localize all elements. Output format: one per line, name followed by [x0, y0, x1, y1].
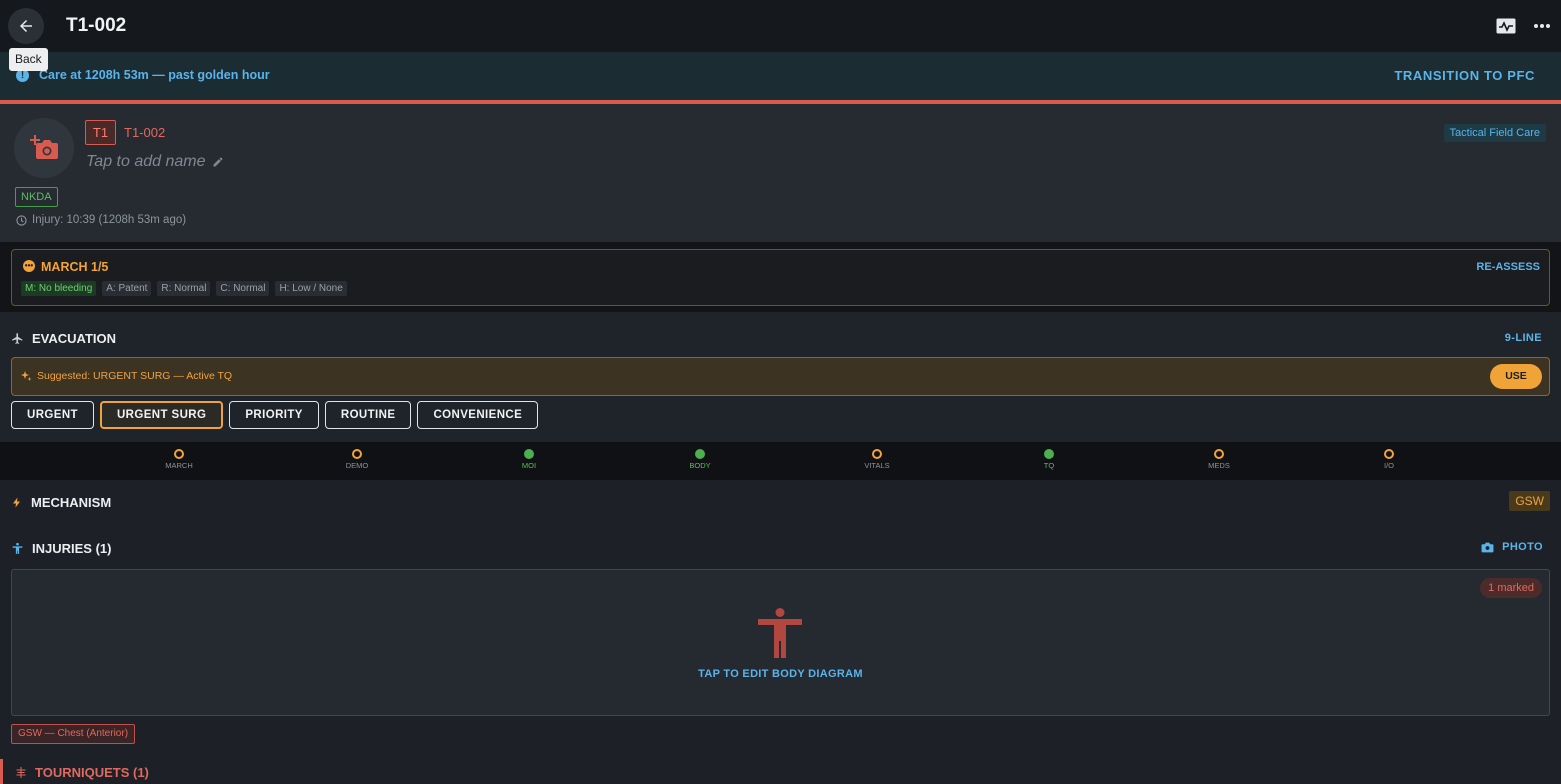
person-icon [12, 542, 23, 554]
name-placeholder-text: Tap to add name [86, 153, 206, 170]
care-phase-badge: Tactical Field Care [1443, 124, 1546, 142]
transition-to-pfc-button[interactable]: TRANSITION TO PFC [1394, 68, 1535, 83]
top-app-bar [0, 0, 1561, 52]
priority-routine-button[interactable]: ROUTINE [324, 401, 412, 429]
tourniquets-title: TOURNIQUETS (1) [35, 765, 149, 780]
step-indicator [1044, 449, 1054, 459]
step-indicator [872, 449, 882, 459]
camera-icon [1481, 542, 1494, 552]
mechanism-badge: GSW [1509, 491, 1550, 511]
triage-badge: T1 [85, 120, 116, 145]
tourniquet-accent-bar [0, 759, 3, 784]
march-chip-a: A: Patent [102, 281, 152, 296]
back-tooltip: Back [9, 48, 48, 71]
use-suggestion-button[interactable]: USE [1490, 364, 1542, 389]
step-label: VITALS [864, 461, 890, 470]
step-vitals[interactable]: VITALS [847, 449, 907, 470]
nine-line-button[interactable]: 9-LINE [1505, 332, 1542, 344]
patient-name-field[interactable]: Tap to add name [86, 153, 224, 171]
clock-icon [16, 214, 27, 226]
add-photo-button[interactable] [14, 118, 74, 178]
photo-button[interactable]: PHOTO [1481, 541, 1543, 553]
back-button[interactable] [8, 8, 44, 44]
evac-priority-group: URGENT URGENT SURG PRIORITY ROUTINE CONV… [11, 401, 539, 429]
priority-priority-button[interactable]: PRIORITY [229, 401, 319, 429]
step-meds[interactable]: MEDS [1189, 449, 1249, 470]
patient-id: T1-002 [124, 125, 166, 140]
injury-time: Injury: 10:39 (1208h 53m ago) [16, 214, 186, 226]
priority-urgent-button[interactable]: URGENT [11, 401, 94, 429]
step-tq[interactable]: TQ [1019, 449, 1079, 470]
lightning-icon [13, 497, 20, 508]
pencil-icon [213, 157, 222, 167]
step-label: DEMO [345, 461, 369, 470]
reassess-button[interactable]: RE-ASSESS [1476, 261, 1540, 273]
allergy-badge: NKDA [15, 187, 58, 207]
step-indicator [352, 449, 362, 459]
step-demo[interactable]: DEMO [327, 449, 387, 470]
injuries-title: INJURIES (1) [32, 541, 112, 556]
progress-dots-icon: ••• [23, 260, 35, 272]
body-figure-icon [758, 608, 802, 658]
patient-card [0, 104, 1561, 242]
step-indicator [174, 449, 184, 459]
injury-tag[interactable]: GSW — Chest (Anterior) [11, 724, 136, 744]
step-moi[interactable]: MOI [499, 449, 559, 470]
add-photo-camera-icon [30, 135, 58, 159]
step-march[interactable]: MARCH [149, 449, 209, 470]
step-label: BODY [689, 461, 711, 470]
step-label: TQ [1043, 461, 1055, 470]
section-stepper [0, 442, 1561, 480]
photo-label: PHOTO [1502, 541, 1543, 553]
march-chip-h: H: Low / None [275, 281, 347, 296]
step-label: I/O [1383, 461, 1394, 470]
tourniquet-icon [16, 767, 26, 778]
step-label: MOI [521, 461, 537, 470]
step-label: MARCH [165, 461, 193, 470]
march-title: MARCH 1/5 [41, 260, 109, 274]
step-label: MEDS [1208, 461, 1230, 470]
injuries-header: INJURIES (1) [11, 541, 111, 556]
mechanism-title: MECHANISM [31, 495, 112, 510]
step-io[interactable]: I/O [1359, 449, 1419, 470]
evacuation-title: EVACUATION [32, 331, 117, 346]
march-chip-r: R: Normal [157, 281, 211, 296]
step-body[interactable]: BODY [670, 449, 730, 470]
step-indicator [524, 449, 534, 459]
more-options-button[interactable] [1531, 16, 1553, 36]
suggestion-text: Suggested: URGENT SURG — Active TQ [37, 370, 233, 382]
vitals-monitor-icon [1496, 18, 1516, 34]
step-indicator [1384, 449, 1394, 459]
step-indicator [1214, 449, 1224, 459]
march-card [11, 249, 1550, 306]
evac-suggestion [11, 357, 1550, 396]
march-chip-m: M: No bleeding [21, 281, 97, 296]
evacuation-header: EVACUATION [11, 331, 116, 346]
marked-count-badge: 1 marked [1480, 578, 1542, 598]
priority-convenience-button[interactable]: CONVENIENCE [417, 401, 539, 429]
march-chip-c: C: Normal [216, 281, 270, 296]
tourniquets-header: TOURNIQUETS (1) [15, 765, 149, 780]
vitals-monitor-button[interactable] [1495, 16, 1517, 36]
sparkle-icon [21, 371, 32, 381]
more-horizontal-icon [1534, 24, 1550, 28]
edit-body-diagram-label: TAP TO EDIT BODY DIAGRAM [698, 668, 863, 680]
page-title: T1-002 [66, 15, 127, 36]
step-indicator [695, 449, 705, 459]
airplane-icon [12, 333, 23, 344]
mechanism-header: MECHANISM [11, 495, 111, 510]
march-chips: M: No bleeding A: Patent R: Normal C: No… [21, 281, 347, 296]
injury-time-text: Injury: 10:39 (1208h 53m ago) [32, 214, 187, 226]
arrow-left-icon [20, 20, 32, 32]
banner-message: Care at 1208h 53m — past golden hour [39, 68, 270, 82]
priority-urgent-surg-button[interactable]: URGENT SURG [99, 401, 224, 429]
